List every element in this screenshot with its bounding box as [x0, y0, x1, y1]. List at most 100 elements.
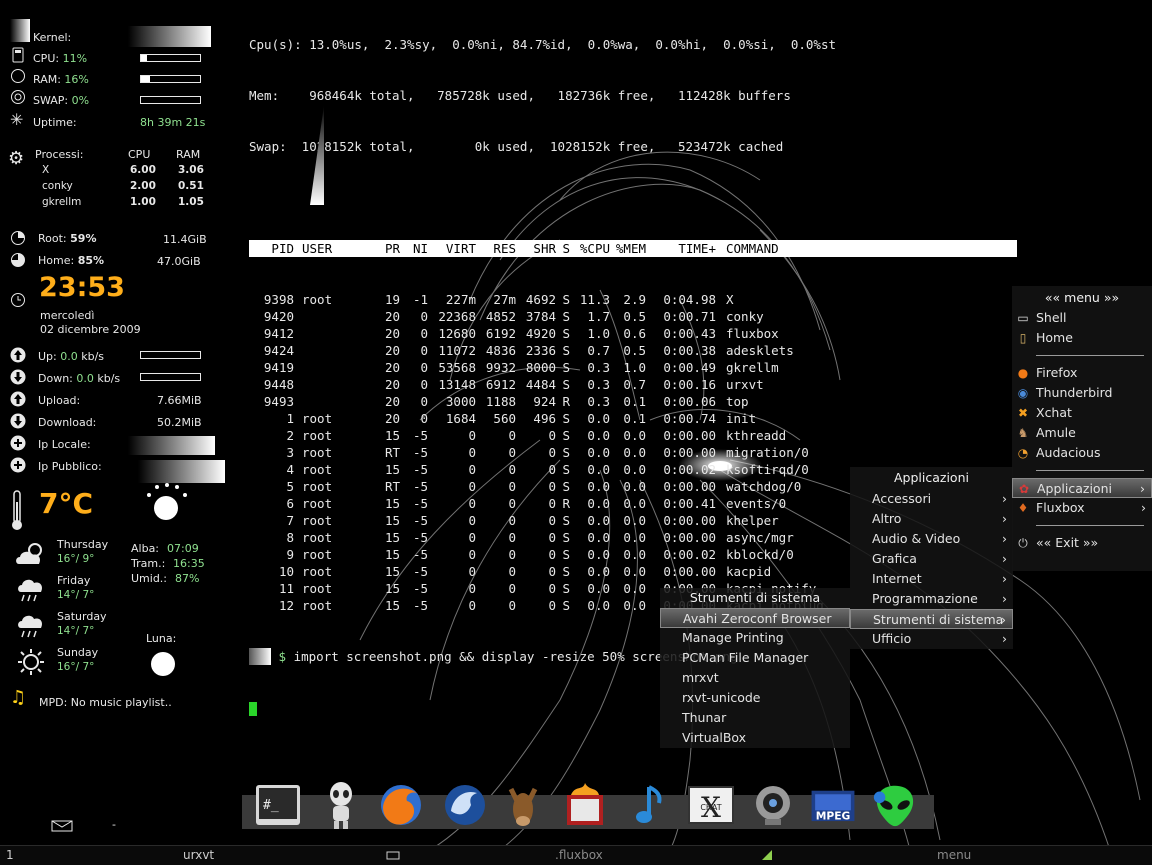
forecast-temp: 14°/ 7°	[57, 625, 95, 637]
dock-music-note-icon[interactable]	[626, 780, 676, 830]
firefox-icon: ●	[1017, 366, 1029, 380]
menu-item-applicazioni[interactable]: ✿ Applicazioni ›	[1012, 478, 1152, 498]
menu-item-accessori[interactable]: Accessori ›	[850, 489, 1013, 509]
top-cell-res: 560	[493, 411, 516, 426]
top-cell-ni: 0	[420, 326, 428, 341]
dock-webcam-icon[interactable]	[748, 780, 798, 830]
top-cell-virt: 22368	[438, 309, 476, 324]
top-cell-command: init	[726, 411, 757, 426]
top-cell-pr: 15	[384, 547, 400, 562]
top-cell-mem: 0.1	[623, 394, 646, 409]
clear-night-icon	[147, 483, 187, 520]
svg-text:CHAT: CHAT	[700, 803, 721, 812]
dock-xchat-icon[interactable]: X CHAT	[686, 780, 736, 830]
text-cursor	[249, 701, 257, 716]
wm-label: .fluxbox	[555, 848, 603, 862]
top-col-time: TIME+	[678, 241, 716, 256]
menu-item-altro[interactable]: Altro ›	[850, 509, 1013, 529]
task-urxvt[interactable]: urxvt	[183, 848, 214, 862]
menu-item-pcman-file-manager[interactable]: PCMan File Manager	[660, 648, 850, 668]
top-cell-mem: 0.0	[623, 530, 646, 545]
top-cell-res: 0	[508, 428, 516, 443]
menu-item-label: Amule	[1036, 425, 1076, 440]
up-value: 0.0	[60, 350, 78, 363]
menu-item-home[interactable]: ▯ Home	[1012, 328, 1152, 348]
thunderbird-icon: ◉	[1017, 386, 1029, 400]
menu-item-shell[interactable]: ▭ Shell	[1012, 308, 1152, 328]
cursor-line[interactable]	[249, 699, 1017, 716]
thermometer-icon	[12, 490, 22, 530]
amule-icon: ♞	[1017, 426, 1029, 440]
menu-item-manage-printing[interactable]: Manage Printing	[660, 628, 850, 648]
menu-item-avahi-zeroconf-browser[interactable]: Avahi Zeroconf Browser	[660, 608, 850, 628]
menu-item-exit[interactable]: ⏻ «« Exit »»	[1012, 533, 1152, 553]
dock-terminal-icon[interactable]: #_	[253, 780, 303, 830]
menu-label[interactable]: menu	[937, 848, 971, 862]
shell-prompt-line: $ import screenshot.png && display -resi…	[249, 648, 1017, 665]
top-cell-pr: 15	[384, 598, 400, 613]
dock-mpeg-icon[interactable]: MPEG	[808, 780, 858, 830]
menu-item-label: Home	[1036, 330, 1073, 345]
menu-item-internet[interactable]: Internet ›	[850, 569, 1013, 589]
top-cell-cpu: 0.0	[587, 530, 610, 545]
top-cell-command: top	[726, 394, 749, 409]
top-cell-user: root	[302, 292, 333, 307]
top-cell-mem: 0.1	[623, 411, 646, 426]
top-cell-pid: 8	[286, 530, 294, 545]
workspace-indicator[interactable]: 1	[6, 848, 14, 862]
top-cell-mem: 0.7	[623, 377, 646, 392]
menu-item-strumenti-di-sistema[interactable]: Strumenti di sistema ›	[850, 609, 1013, 629]
menu-item-ufficio[interactable]: Ufficio ›	[850, 629, 1013, 649]
dock-thunderbird-icon[interactable]	[440, 780, 490, 830]
dock-burner-icon[interactable]	[560, 780, 610, 830]
menu-item-label: Applicazioni	[1037, 481, 1112, 496]
dock-firefox-icon[interactable]	[376, 780, 426, 830]
top-cell-user: root	[302, 411, 333, 426]
top-cell-ni: -5	[412, 530, 428, 545]
window-icon[interactable]	[386, 850, 400, 860]
menu-item-amule[interactable]: ♞ Amule	[1012, 423, 1152, 443]
top-cell-virt: 53568	[438, 360, 476, 375]
menu-item-thunderbird[interactable]: ◉ Thunderbird	[1012, 383, 1152, 403]
swap-label: SWAP:	[33, 94, 69, 107]
top-cell-command: X	[726, 292, 734, 307]
menu-item-virtualbox[interactable]: VirtualBox	[660, 728, 850, 748]
top-cell-state: S	[562, 309, 570, 324]
menu-separator	[1036, 355, 1144, 356]
menu-item-firefox[interactable]: ● Firefox	[1012, 363, 1152, 383]
up-label: Up:	[38, 350, 57, 363]
menu-item-grafica[interactable]: Grafica ›	[850, 549, 1013, 569]
top-cell-time: 0:00.00	[663, 564, 716, 579]
top-cell-cpu: 0.0	[587, 564, 610, 579]
top-cell-ni: -5	[412, 462, 428, 477]
top-cell-virt: 0	[468, 462, 476, 477]
menu-item-thunar[interactable]: Thunar	[660, 708, 850, 728]
top-cell-state: S	[562, 326, 570, 341]
top-cell-ni: -5	[412, 581, 428, 596]
dock-alien-mascot-icon[interactable]	[316, 780, 366, 830]
menu-item-label: Thunderbird	[1036, 385, 1113, 400]
menu-item-audacious[interactable]: ◔ Audacious	[1012, 443, 1152, 463]
menu-item-xchat[interactable]: ✖ Xchat	[1012, 403, 1152, 423]
top-col-pid: PID	[271, 241, 294, 256]
top-cell-shr: 3784	[525, 309, 556, 324]
systray-network-icon[interactable]	[760, 848, 774, 862]
menu-item-rxvt-unicode[interactable]: rxvt-unicode	[660, 688, 850, 708]
umid-value: 87%	[175, 572, 200, 585]
top-cell-res: 6912	[485, 377, 516, 392]
temperature: 7°C	[39, 487, 94, 520]
dock-amule-mule-icon[interactable]	[498, 780, 548, 830]
menu-item-mrxvt[interactable]: mrxvt	[660, 668, 850, 688]
top-cell-shr: 2336	[525, 343, 556, 358]
dock-alien-head-icon[interactable]	[870, 780, 920, 830]
top-cell-shr: 0	[548, 428, 556, 443]
sparkle-icon: ✳	[10, 110, 24, 129]
top-cell-shr: 496	[533, 411, 556, 426]
menu-item-programmazione[interactable]: Programmazione ›	[850, 589, 1013, 609]
top-cell-time: 0:00.00	[663, 445, 716, 460]
top-cell-mem: 0.0	[623, 513, 646, 528]
top-cell-virt: 0	[468, 581, 476, 596]
menu-item-fluxbox[interactable]: ♦ Fluxbox ›	[1012, 498, 1152, 518]
menu-item-audio-video[interactable]: Audio & Video ›	[850, 529, 1013, 549]
menu-item-label: Grafica	[872, 551, 917, 566]
